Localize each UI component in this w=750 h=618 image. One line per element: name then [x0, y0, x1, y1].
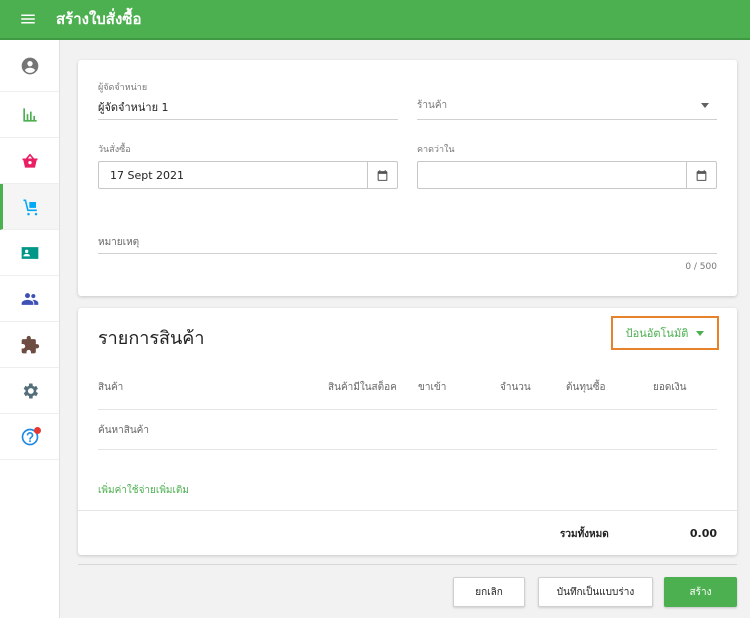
- expected-date-calendar-button[interactable]: [686, 162, 716, 188]
- expected-label: คาดว่าใน: [417, 145, 455, 155]
- store-underline: [417, 119, 717, 120]
- column-header: ขาเข้า: [418, 382, 447, 393]
- sidebar-item-help[interactable]: [0, 414, 59, 460]
- puzzle-icon: [21, 335, 39, 353]
- sidebar-item-sales[interactable]: [0, 138, 59, 184]
- sidebar-item-settings[interactable]: [0, 368, 59, 414]
- order-date-value[interactable]: 17 Sept 2021: [99, 169, 367, 182]
- supplier-underline: [98, 119, 398, 120]
- bar-chart-icon: [22, 107, 37, 122]
- order-date-label: วันสั่งซื้อ: [98, 145, 131, 155]
- cancel-button[interactable]: ยกเลิก: [453, 577, 525, 607]
- notes-underline: [98, 253, 717, 254]
- supplier-label: ผู้จัดจำหน่าย: [98, 83, 148, 93]
- calendar-icon: [696, 169, 707, 181]
- account-circle-icon: [21, 57, 38, 74]
- main-content: ผู้จัดจำหน่าย ผู้จัดจำหน่าย 1 ร้านค้า วั…: [60, 40, 750, 618]
- items-table-header: สินค้า สินค้ามีในสต็อค ขาเข้า จำนวน ต้นท…: [98, 370, 717, 410]
- sidebar-item-account[interactable]: [0, 40, 59, 92]
- total-row: รวมทั้งหมด 0.00: [78, 510, 737, 555]
- expected-date-field[interactable]: [417, 161, 717, 189]
- notes-field[interactable]: หมายเหตุ: [98, 235, 139, 250]
- autofill-label: ป้อนอัตโนมัติ: [625, 327, 689, 340]
- order-date-calendar-button[interactable]: [367, 162, 397, 188]
- items-card: รายการสินค้า ป้อนอัตโนมัติ สินค้า สินค้า…: [78, 308, 737, 555]
- sidebar-item-customers[interactable]: [0, 276, 59, 322]
- order-details-card: ผู้จัดจำหน่าย ผู้จัดจำหน่าย 1 ร้านค้า วั…: [78, 60, 737, 296]
- store-select[interactable]: ร้านค้า: [417, 98, 447, 113]
- supplier-select[interactable]: ผู้จัดจำหน่าย 1: [98, 98, 169, 116]
- product-search-input[interactable]: [98, 410, 717, 450]
- hamburger-icon: [21, 14, 35, 24]
- cart-dolly-icon: [23, 199, 38, 215]
- items-title: รายการสินค้า: [98, 328, 205, 349]
- sidebar-item-integrations[interactable]: [0, 322, 59, 368]
- sidebar-item-reports[interactable]: [0, 92, 59, 138]
- footer-divider: [78, 564, 737, 565]
- notification-dot: [34, 427, 41, 434]
- store-dropdown-icon[interactable]: [701, 103, 709, 108]
- column-header: ยอดเงิน: [653, 382, 687, 393]
- menu-button[interactable]: [0, 0, 56, 39]
- save-draft-button[interactable]: บันทึกเป็นแบบร่าง: [538, 577, 653, 607]
- notes-counter: 0 / 500: [685, 262, 717, 272]
- page-title: สร้างใบสั่งซื้อ: [56, 10, 142, 28]
- sidebar: [0, 40, 60, 618]
- contact-card-icon: [21, 246, 38, 259]
- people-icon: [21, 292, 38, 305]
- column-header: จำนวน: [500, 382, 531, 393]
- calendar-icon: [377, 169, 388, 181]
- order-date-field[interactable]: 17 Sept 2021: [98, 161, 398, 189]
- caret-down-icon: [696, 330, 705, 336]
- create-button[interactable]: สร้าง: [664, 577, 737, 607]
- gear-icon: [23, 383, 38, 398]
- column-header: ต้นทุนซื้อ: [566, 382, 606, 393]
- add-additional-cost-link[interactable]: เพิ่มค่าใช้จ่ายเพิ่มเติม: [98, 483, 189, 498]
- sidebar-item-inventory[interactable]: [0, 184, 59, 230]
- total-label: รวมทั้งหมด: [560, 529, 609, 540]
- total-value: 0.00: [689, 527, 717, 540]
- app-bar: สร้างใบสั่งซื้อ: [0, 0, 750, 40]
- column-header: สินค้า: [98, 382, 124, 393]
- autofill-button[interactable]: ป้อนอัตโนมัติ: [611, 316, 719, 350]
- basket-icon: [22, 153, 37, 168]
- sidebar-item-employees[interactable]: [0, 230, 59, 276]
- product-search-row: [98, 410, 717, 450]
- column-header: สินค้ามีในสต็อค: [328, 382, 397, 393]
